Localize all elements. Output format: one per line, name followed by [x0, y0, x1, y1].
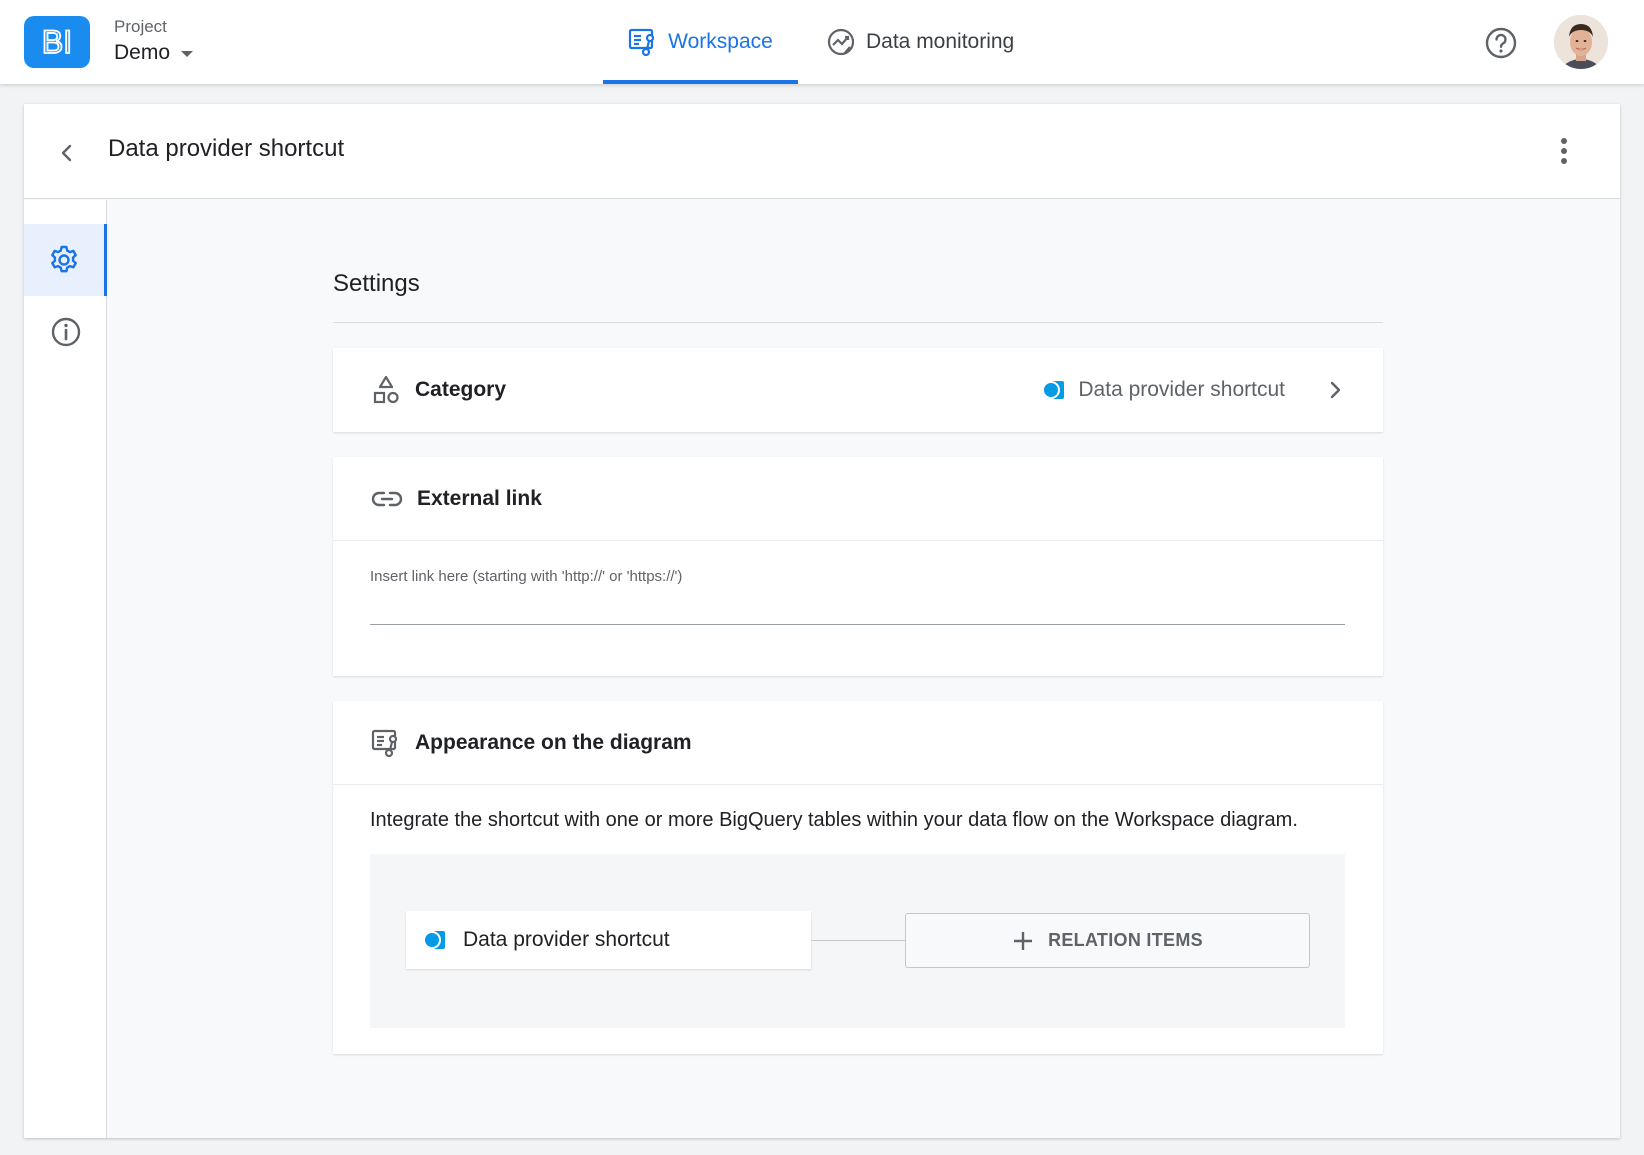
appearance-panel: Appearance on the diagram Integrate the … [333, 701, 1383, 1054]
rail-item-settings[interactable] [24, 224, 107, 296]
user-avatar[interactable] [1554, 15, 1608, 69]
help-button[interactable] [1484, 26, 1518, 60]
tab-data-monitoring-label: Data monitoring [866, 30, 1015, 53]
add-relation-items-button[interactable]: RELATION ITEMS [905, 913, 1310, 968]
external-link-input[interactable] [370, 564, 1345, 624]
data-provider-icon [423, 930, 447, 950]
shapes-icon [371, 375, 401, 405]
relation-button-label: RELATION ITEMS [1048, 930, 1203, 950]
data-provider-icon [1042, 380, 1066, 400]
category-value-label: Data provider shortcut [1078, 378, 1285, 401]
more-options-button[interactable] [1554, 136, 1574, 166]
svg-text:BI: BI [42, 25, 72, 59]
tab-data-monitoring[interactable]: Data monitoring [826, 0, 1014, 84]
chevron-left-icon [61, 144, 72, 162]
chevron-right-icon [1330, 381, 1341, 399]
appearance-header: Appearance on the diagram [333, 701, 1383, 785]
diagram-connector [811, 940, 905, 941]
more-vertical-icon [1561, 138, 1567, 144]
external-link-header: External link [333, 457, 1383, 541]
caret-down-icon [181, 51, 194, 57]
category-value: Data provider shortcut [1042, 348, 1285, 432]
category-row[interactable]: Category Data provider shortcut [333, 348, 1383, 432]
gear-icon [51, 245, 77, 273]
main-card: Data provider shortcut Settings Category… [24, 104, 1620, 1138]
tab-workspace[interactable]: Workspace [603, 0, 798, 84]
diagram-node-shortcut[interactable]: Data provider shortcut [406, 911, 811, 969]
help-circle-icon [1485, 27, 1517, 59]
top-app-bar: BI Project Demo Workspace Data monitorin… [0, 0, 1644, 84]
tab-workspace-label: Workspace [668, 30, 773, 53]
page-header: Data provider shortcut [24, 104, 1620, 199]
rail-item-info[interactable] [24, 296, 107, 368]
workspace-diagram-icon [371, 729, 401, 757]
link-icon [371, 489, 403, 509]
project-selector: Project Demo [114, 17, 194, 65]
project-label: Project [114, 17, 167, 36]
project-dropdown[interactable]: Demo [114, 41, 194, 65]
more-dot [1561, 148, 1567, 154]
external-link-label: External link [417, 486, 542, 510]
external-link-field [370, 564, 1345, 625]
page-title: Data provider shortcut [108, 135, 345, 162]
diagram-node-label: Data provider shortcut [463, 928, 670, 951]
settings-divider [333, 322, 1383, 323]
appearance-description: Integrate the shortcut with one or more … [370, 809, 1298, 831]
settings-title: Settings [333, 270, 420, 297]
bi-logo[interactable]: BI [24, 16, 90, 68]
appearance-label: Appearance on the diagram [415, 730, 692, 754]
external-link-panel: External link [333, 457, 1383, 676]
info-icon [51, 317, 80, 347]
plus-icon [1012, 930, 1034, 952]
diagram-preview: Data provider shortcut RELATION ITEMS [370, 854, 1345, 1028]
side-rail [24, 200, 107, 1138]
more-dot [1561, 158, 1567, 164]
workspace-diagram-icon [628, 28, 658, 56]
category-label: Category [415, 378, 507, 401]
back-button[interactable] [54, 140, 80, 166]
project-name: Demo [114, 41, 171, 64]
monitoring-chart-icon [826, 27, 856, 57]
